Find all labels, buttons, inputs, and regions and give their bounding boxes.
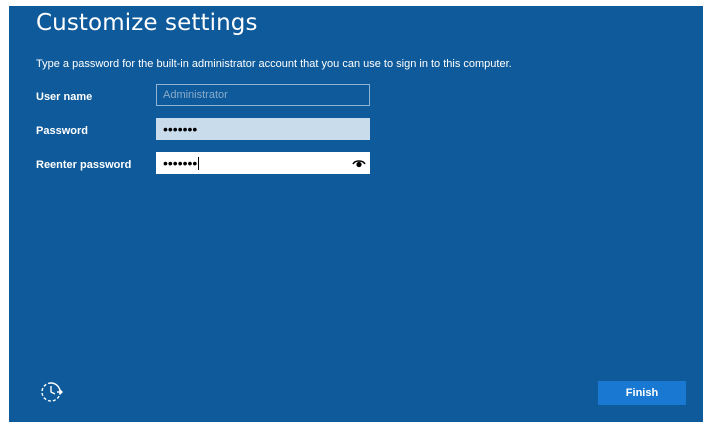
reenter-password-masked-value: ••••••• <box>163 155 198 171</box>
reenter-password-value-wrap: ••••••• <box>163 155 200 171</box>
password-label: Password <box>36 125 88 137</box>
finish-button[interactable]: Finish <box>598 381 686 405</box>
ease-of-access-icon[interactable] <box>39 380 63 404</box>
setup-window: Customize settings Type a password for t… <box>9 6 703 422</box>
reenter-password-label: Reenter password <box>36 159 132 171</box>
username-field <box>156 84 370 106</box>
username-label: User name <box>36 91 93 103</box>
password-field[interactable]: ••••••• <box>156 118 370 140</box>
text-caret <box>198 157 200 170</box>
page-subtitle: Type a password for the built-in adminis… <box>36 58 512 70</box>
eye-icon[interactable] <box>352 157 366 169</box>
reenter-password-field[interactable]: ••••••• <box>156 152 370 174</box>
password-masked-value: ••••••• <box>163 121 198 137</box>
page-title: Customize settings <box>36 10 258 36</box>
